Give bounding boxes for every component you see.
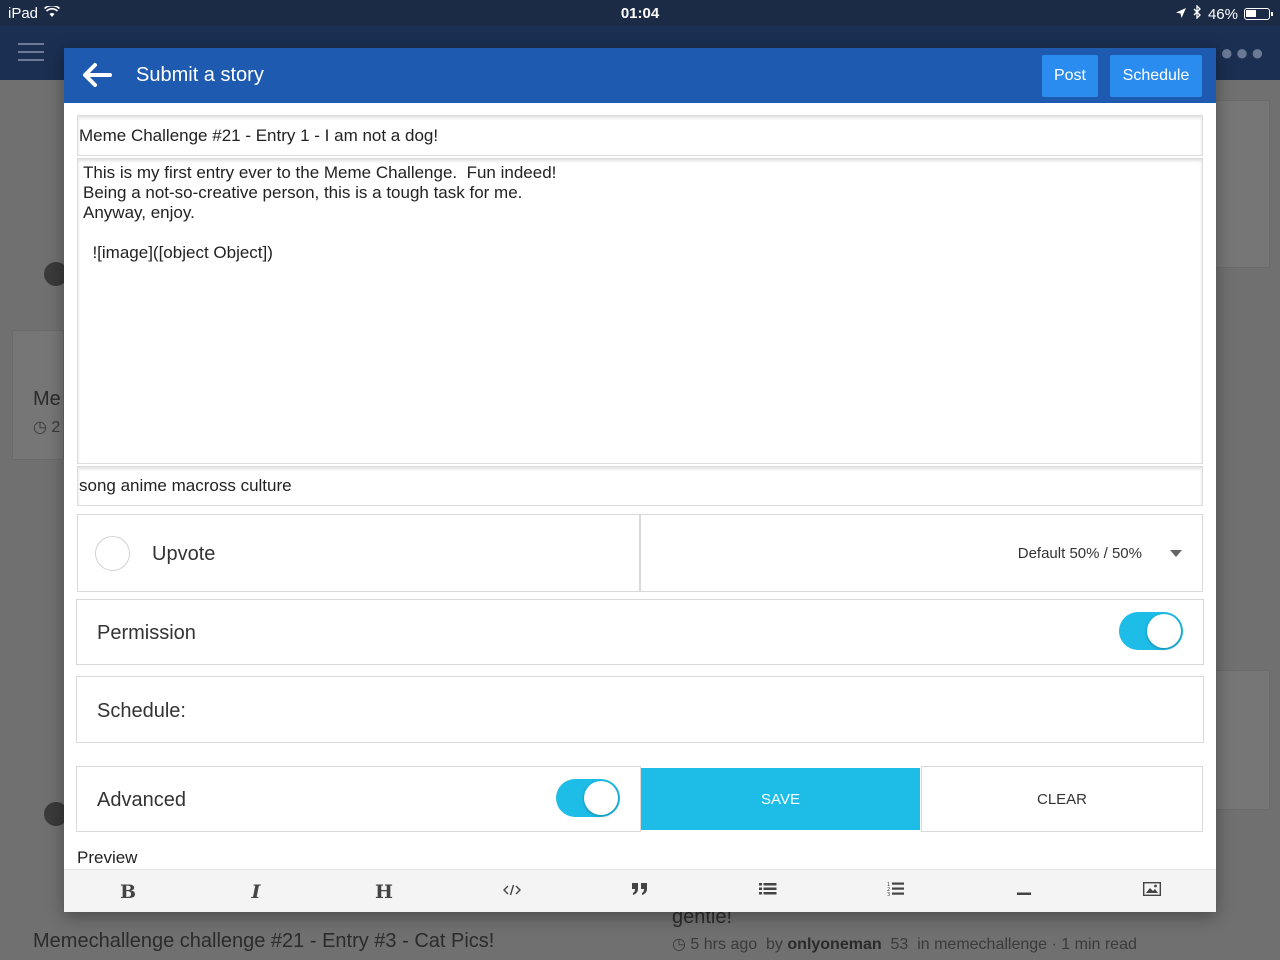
dialog-title: Submit a story xyxy=(136,64,264,86)
bulleted-list-button[interactable] xyxy=(704,870,832,912)
svg-text:3: 3 xyxy=(887,892,890,897)
quote-icon xyxy=(631,882,649,901)
bluetooth-icon xyxy=(1193,4,1202,23)
numbered-list-icon: 123 xyxy=(887,881,905,902)
italic-button[interactable]: I xyxy=(192,870,320,912)
clock-icon: ◷ xyxy=(672,936,686,953)
reward-selected-value: Default 50% / 50% xyxy=(1017,545,1142,562)
schedule-label: Schedule: xyxy=(97,700,186,722)
advanced-toggle[interactable] xyxy=(556,779,620,817)
clock: 01:04 xyxy=(620,5,660,22)
insert-image-button[interactable] xyxy=(1088,870,1216,912)
advanced-label: Advanced xyxy=(97,789,186,811)
clear-button[interactable]: CLEAR xyxy=(921,766,1203,832)
tags-input[interactable]: song anime macross culture xyxy=(77,466,1203,506)
bold-button[interactable]: B xyxy=(64,870,192,912)
toggle-knob xyxy=(1147,614,1181,648)
background-post-title: Memechallenge challenge #21 - Entry #3 -… xyxy=(33,930,495,952)
image-icon xyxy=(1142,881,1162,901)
chevron-down-icon xyxy=(1170,550,1182,557)
schedule-button[interactable]: Schedule xyxy=(1110,55,1202,97)
permission-row: Permission xyxy=(76,599,1204,665)
code-icon xyxy=(503,883,521,901)
background-post-title: Me xyxy=(33,388,61,410)
permission-label: Permission xyxy=(97,622,196,644)
bulleted-list-icon xyxy=(759,882,777,901)
italic-icon: I xyxy=(251,880,261,903)
horizontal-rule-icon xyxy=(1017,883,1031,901)
dialog-header: Submit a story Post Schedule xyxy=(64,48,1216,103)
horizontal-rule-button[interactable] xyxy=(960,870,1088,912)
advanced-row: Advanced xyxy=(76,766,641,832)
quote-button[interactable] xyxy=(576,870,704,912)
background-card xyxy=(1214,670,1270,810)
code-button[interactable] xyxy=(448,870,576,912)
heading-icon: H xyxy=(375,880,393,903)
post-button[interactable]: Post xyxy=(1042,55,1098,97)
background-post-meta: ◷ 5 hrs ago by onlyoneman 53 in memechal… xyxy=(672,936,1137,953)
submit-story-dialog: Submit a story Post Schedule Meme Challe… xyxy=(64,48,1216,912)
save-button[interactable]: SAVE xyxy=(641,768,920,830)
editor-toolbar: B I H 123 xyxy=(64,869,1216,912)
title-input[interactable]: Meme Challenge #21 - Entry 1 - I am not … xyxy=(77,115,1203,156)
battery-icon xyxy=(1244,8,1273,20)
numbered-list-button[interactable]: 123 xyxy=(832,870,960,912)
hamburger-menu-icon xyxy=(18,43,44,61)
status-bar: iPad 01:04 46% xyxy=(0,0,1280,26)
upvote-label: Upvote xyxy=(152,543,216,565)
schedule-row[interactable]: Schedule: xyxy=(76,676,1204,743)
permission-toggle[interactable] xyxy=(1119,612,1183,650)
reward-select[interactable]: Default 50% / 50% xyxy=(640,514,1203,592)
more-options-icon: ●●● xyxy=(1220,40,1266,65)
location-icon xyxy=(1175,6,1187,23)
bold-icon: B xyxy=(119,880,137,903)
upvote-checkbox[interactable] xyxy=(95,536,130,571)
background-post-meta: ◷ 2 xyxy=(33,419,61,436)
toggle-knob xyxy=(584,781,618,815)
heading-button[interactable]: H xyxy=(320,870,448,912)
back-arrow-icon[interactable] xyxy=(80,60,114,90)
body-textarea[interactable]: This is my first entry ever to the Meme … xyxy=(77,158,1203,464)
background-card xyxy=(1214,100,1270,268)
battery-percent: 46% xyxy=(1207,5,1238,23)
upvote-option: Upvote xyxy=(77,514,640,592)
preview-label: Preview xyxy=(77,848,138,867)
